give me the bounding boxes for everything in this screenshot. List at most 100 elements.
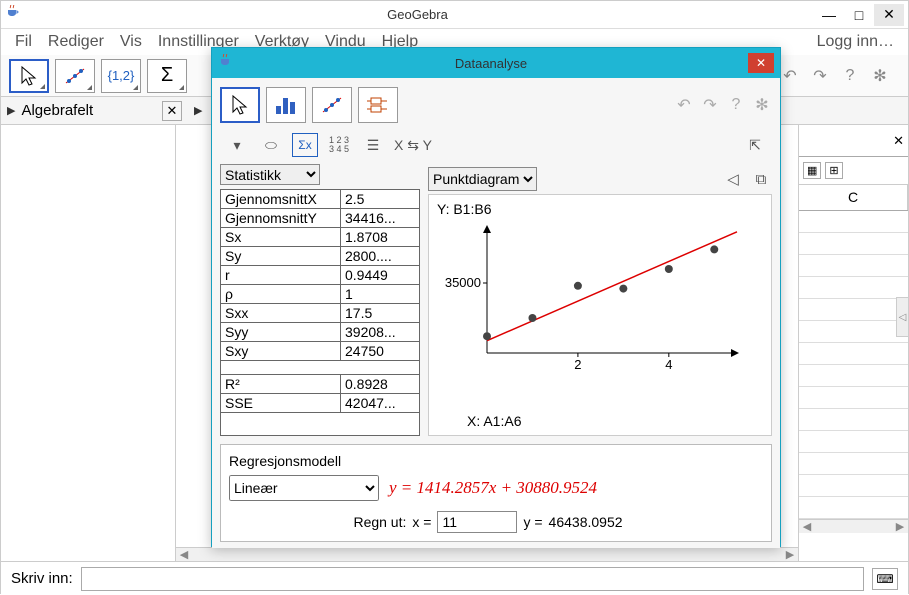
chart-prev[interactable]: ◁	[722, 169, 744, 189]
stat-value: 0.9449	[341, 266, 419, 284]
algebra-close[interactable]: ✕	[162, 101, 182, 121]
dlg-tool-histogram[interactable]	[266, 87, 306, 123]
x-input[interactable]	[437, 511, 517, 533]
svg-text:2: 2	[574, 357, 581, 372]
dlg-123[interactable]: 1 2 33 4 5	[326, 133, 352, 157]
undo-button[interactable]: ↶	[780, 66, 800, 86]
dlg-redo[interactable]: ↷	[700, 95, 720, 115]
dlg-undo[interactable]: ↶	[674, 95, 694, 115]
java-icon	[5, 5, 21, 24]
stat-row: GjennomsnittY34416...	[221, 209, 419, 228]
stat-key: Syy	[221, 323, 341, 341]
collapse-toggle-2[interactable]: ▶	[194, 104, 202, 117]
scroll-right[interactable]: ▶	[782, 548, 798, 561]
java-icon	[218, 54, 234, 73]
dlg-tool-boxplot[interactable]	[358, 87, 398, 123]
side-handle[interactable]: ◁	[896, 297, 908, 337]
sheet-scroll-right[interactable]: ▶	[892, 520, 908, 533]
stat-value: 24750	[341, 342, 419, 360]
stat-value: 1.8708	[341, 228, 419, 246]
grid-icon-2[interactable]: ⊞	[825, 162, 842, 179]
regression-equation: y = 1414.2857x + 30880.9524	[389, 478, 597, 498]
table-row	[799, 299, 908, 321]
spreadsheet-rows[interactable]	[799, 211, 908, 519]
table-row	[799, 343, 908, 365]
scroll-left[interactable]: ◀	[176, 548, 192, 561]
dlg-tool-move[interactable]	[220, 87, 260, 123]
tool-points[interactable]	[55, 59, 95, 93]
column-header-c[interactable]: C	[799, 185, 908, 210]
stat-row: R²0.8928	[221, 375, 419, 394]
dlg-sigma-x[interactable]: Σx	[292, 133, 318, 157]
redo-button[interactable]: ↷	[810, 66, 830, 86]
tool-move[interactable]	[9, 59, 49, 93]
y-equals-label: y =	[523, 514, 542, 530]
stat-key: SSE	[221, 394, 341, 412]
scatter-plot: 2435000	[437, 217, 747, 377]
help-button[interactable]: ?	[840, 66, 860, 86]
stat-value: 0.8928	[341, 375, 419, 393]
dlg-settings[interactable]: ✻	[752, 95, 772, 115]
command-input[interactable]	[81, 567, 864, 591]
dlg-swap-xy[interactable]: X ⇆ Y	[394, 133, 432, 157]
dlg-help[interactable]: ?	[726, 95, 746, 115]
tool-set[interactable]: {1,2}	[101, 59, 141, 93]
dialog-toolbar: ↶ ↷ ? ✻	[220, 84, 772, 126]
stat-row: ρ1	[221, 285, 419, 304]
chart-area[interactable]: Y: B1:B6 2435000 X: A1:A6	[428, 194, 772, 436]
sheet-scroll-left[interactable]: ◀	[799, 520, 815, 533]
dlg-options-toggle[interactable]: ▾	[224, 133, 250, 157]
menu-file[interactable]: Fil	[9, 31, 38, 53]
stat-row: SSE42047...	[221, 394, 419, 413]
chart-type-dropdown[interactable]: Punktdiagram	[428, 167, 537, 191]
stat-row: Syy39208...	[221, 323, 419, 342]
input-bar: Skriv inn: ⌨	[1, 561, 908, 595]
main-window: GeoGebra — □ ✕ Fil Rediger Vis Innstilli…	[0, 0, 909, 594]
close-button[interactable]: ✕	[874, 4, 904, 26]
login-link[interactable]: Logg inn…	[811, 31, 900, 53]
stats-dropdown[interactable]: Statistikk	[220, 164, 320, 185]
dlg-tool-scatter[interactable]	[312, 87, 352, 123]
algebra-panel-label: Algebrafelt	[21, 102, 93, 119]
stat-row: Sx1.8708	[221, 228, 419, 247]
algebra-panel	[1, 125, 176, 561]
maximize-button[interactable]: □	[844, 4, 874, 26]
stat-key: Sxx	[221, 304, 341, 322]
stat-key: GjennomsnittY	[221, 209, 341, 227]
dialog-close-button[interactable]: ✕	[748, 53, 774, 73]
minimize-button[interactable]: —	[814, 4, 844, 26]
stat-value: 42047...	[341, 394, 419, 412]
stat-key: Sx	[221, 228, 341, 246]
dlg-export[interactable]: ⇱	[742, 133, 768, 157]
x-axis-label: X: A1:A6	[467, 413, 521, 429]
keyboard-icon[interactable]: ⌨	[872, 568, 898, 590]
chart-popout[interactable]: ⧉	[750, 169, 772, 189]
settings-button[interactable]: ✻	[870, 66, 890, 86]
collapse-toggle[interactable]: ▶	[7, 104, 15, 117]
boxplot-icon	[365, 95, 391, 115]
regression-type-dropdown[interactable]: Lineær	[229, 475, 379, 501]
stat-value: 34416...	[341, 209, 419, 227]
menu-view[interactable]: Vis	[114, 31, 148, 53]
spreadsheet-close[interactable]: ✕	[893, 133, 904, 149]
spreadsheet-panel: ✕ ▦ ⊞ C	[798, 125, 908, 561]
table-row	[799, 233, 908, 255]
grid-icon[interactable]: ▦	[803, 162, 821, 179]
dialog-toolbar-2: ▾ ⬭ Σx 1 2 33 4 5 ☰ X ⇆ Y ⇱	[220, 130, 772, 160]
sigma-label: Σ	[161, 64, 173, 87]
dlg-rows[interactable]: ☰	[360, 133, 386, 157]
dialog-titlebar[interactable]: Dataanalyse ✕	[212, 48, 780, 78]
table-row	[799, 431, 908, 453]
table-row	[799, 255, 908, 277]
table-row	[799, 365, 908, 387]
table-row	[799, 321, 908, 343]
y-result: 46438.0952	[549, 514, 639, 530]
dlg-lasso[interactable]: ⬭	[258, 133, 284, 157]
stat-key: GjennomsnittX	[221, 190, 341, 208]
window-title: GeoGebra	[21, 7, 814, 22]
svg-text:4: 4	[665, 357, 672, 372]
x-equals-label: x =	[412, 514, 431, 530]
menu-edit[interactable]: Rediger	[42, 31, 110, 53]
table-row	[799, 409, 908, 431]
tool-sigma[interactable]: Σ	[147, 59, 187, 93]
